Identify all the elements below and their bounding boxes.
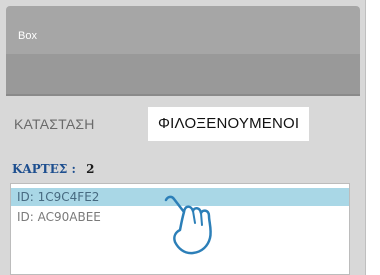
cards-count: 2 bbox=[86, 162, 95, 176]
tab-bar: ΚΑΤΑΣΤΑΣΗ ΦΙΛΟΞΕΝΟΥΜΕΝΟΙ bbox=[6, 101, 360, 143]
tab-status[interactable]: ΚΑΤΑΣΤΑΣΗ bbox=[12, 107, 97, 141]
window-title: Box bbox=[18, 30, 37, 42]
hand-pointer-icon bbox=[164, 195, 212, 255]
title-bar: Box bbox=[6, 6, 360, 54]
card-id: ID: 1C9C4FE2 bbox=[17, 190, 100, 204]
cards-count-row: ΚΑΡΤΕΣ : 2 bbox=[12, 161, 94, 177]
app-window: Box ΚΑΤΑΣΤΑΣΗ ΦΙΛΟΞΕΝΟΥΜΕΝΟΙ ΚΑΡΤΕΣ : 2 … bbox=[0, 0, 366, 275]
cards-label: ΚΑΡΤΕΣ : bbox=[12, 162, 76, 176]
card-id: ID: AC90ABEE bbox=[17, 210, 101, 224]
tab-guests[interactable]: ΦΙΛΟΞΕΝΟΥΜΕΝΟΙ bbox=[148, 107, 310, 141]
toolbar-area bbox=[6, 54, 360, 96]
